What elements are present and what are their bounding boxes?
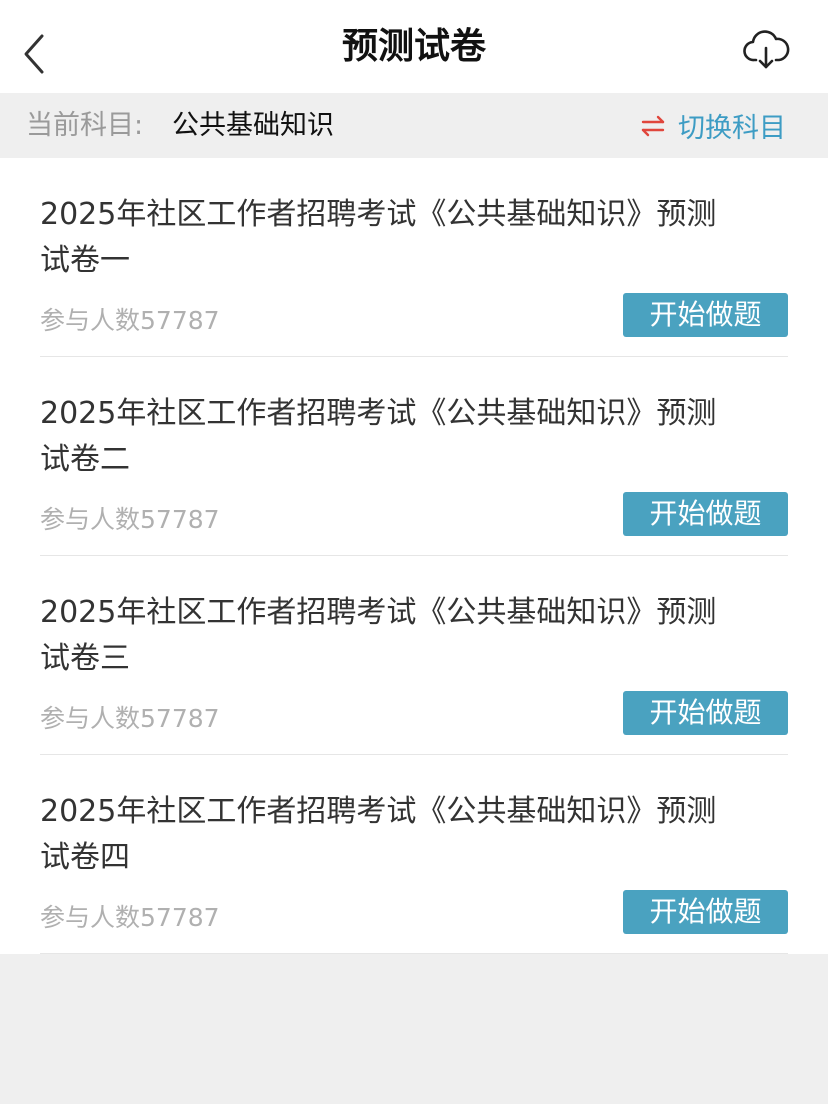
- paper-title: 2025年社区工作者招聘考试《公共基础知识》预测试卷一: [40, 197, 717, 278]
- list-item: 2025年社区工作者招聘考试《公共基础知识》预测试卷一 参与人数57787 开始…: [40, 158, 788, 357]
- start-quiz-button[interactable]: 开始做题: [623, 890, 788, 934]
- subject-bar: 当前科目: 公共基础知识 切换科目: [0, 93, 828, 158]
- list-item: 2025年社区工作者招聘考试《公共基础知识》预测试卷四 参与人数57787 开始…: [40, 755, 788, 954]
- list-item: 2025年社区工作者招聘考试《公共基础知识》预测试卷三 参与人数57787 开始…: [40, 556, 788, 755]
- top-nav-bar: 预测试卷: [0, 0, 828, 93]
- back-button[interactable]: [14, 30, 54, 78]
- participant-count: 参与人数57787: [40, 900, 220, 936]
- paper-title: 2025年社区工作者招聘考试《公共基础知识》预测试卷四: [40, 794, 717, 875]
- list-item: 2025年社区工作者招聘考试《公共基础知识》预测试卷二 参与人数57787 开始…: [40, 357, 788, 556]
- start-quiz-button[interactable]: 开始做题: [623, 293, 788, 337]
- participant-count: 参与人数57787: [40, 303, 220, 339]
- start-quiz-button[interactable]: 开始做题: [623, 492, 788, 536]
- start-quiz-button[interactable]: 开始做题: [623, 691, 788, 735]
- participant-count-label: 参与人数: [40, 505, 141, 534]
- paper-title: 2025年社区工作者招聘考试《公共基础知识》预测试卷三: [40, 595, 717, 676]
- switch-subject-label: 切换科目: [678, 113, 786, 144]
- current-subject-label: 当前科目:: [26, 110, 144, 141]
- participant-count-value: 57787: [140, 903, 220, 932]
- participant-count-label: 参与人数: [40, 903, 141, 932]
- participant-count-value: 57787: [140, 704, 220, 733]
- download-button[interactable]: [742, 26, 790, 74]
- participant-count-value: 57787: [140, 306, 220, 335]
- swap-arrows-icon: [640, 113, 666, 139]
- cloud-download-icon: [743, 30, 790, 69]
- switch-subject-button[interactable]: 切换科目: [640, 93, 786, 158]
- page-title: 预测试卷: [341, 26, 486, 67]
- paper-title: 2025年社区工作者招聘考试《公共基础知识》预测试卷二: [40, 396, 717, 477]
- participant-count-label: 参与人数: [40, 704, 141, 733]
- participant-count: 参与人数57787: [40, 701, 220, 737]
- participant-count-value: 57787: [140, 505, 220, 534]
- participant-count: 参与人数57787: [40, 502, 220, 538]
- chevron-left-icon: [24, 34, 44, 74]
- participant-count-label: 参与人数: [40, 306, 141, 335]
- exam-paper-list: 2025年社区工作者招聘考试《公共基础知识》预测试卷一 参与人数57787 开始…: [0, 158, 828, 954]
- current-subject-value: 公共基础知识: [172, 110, 334, 141]
